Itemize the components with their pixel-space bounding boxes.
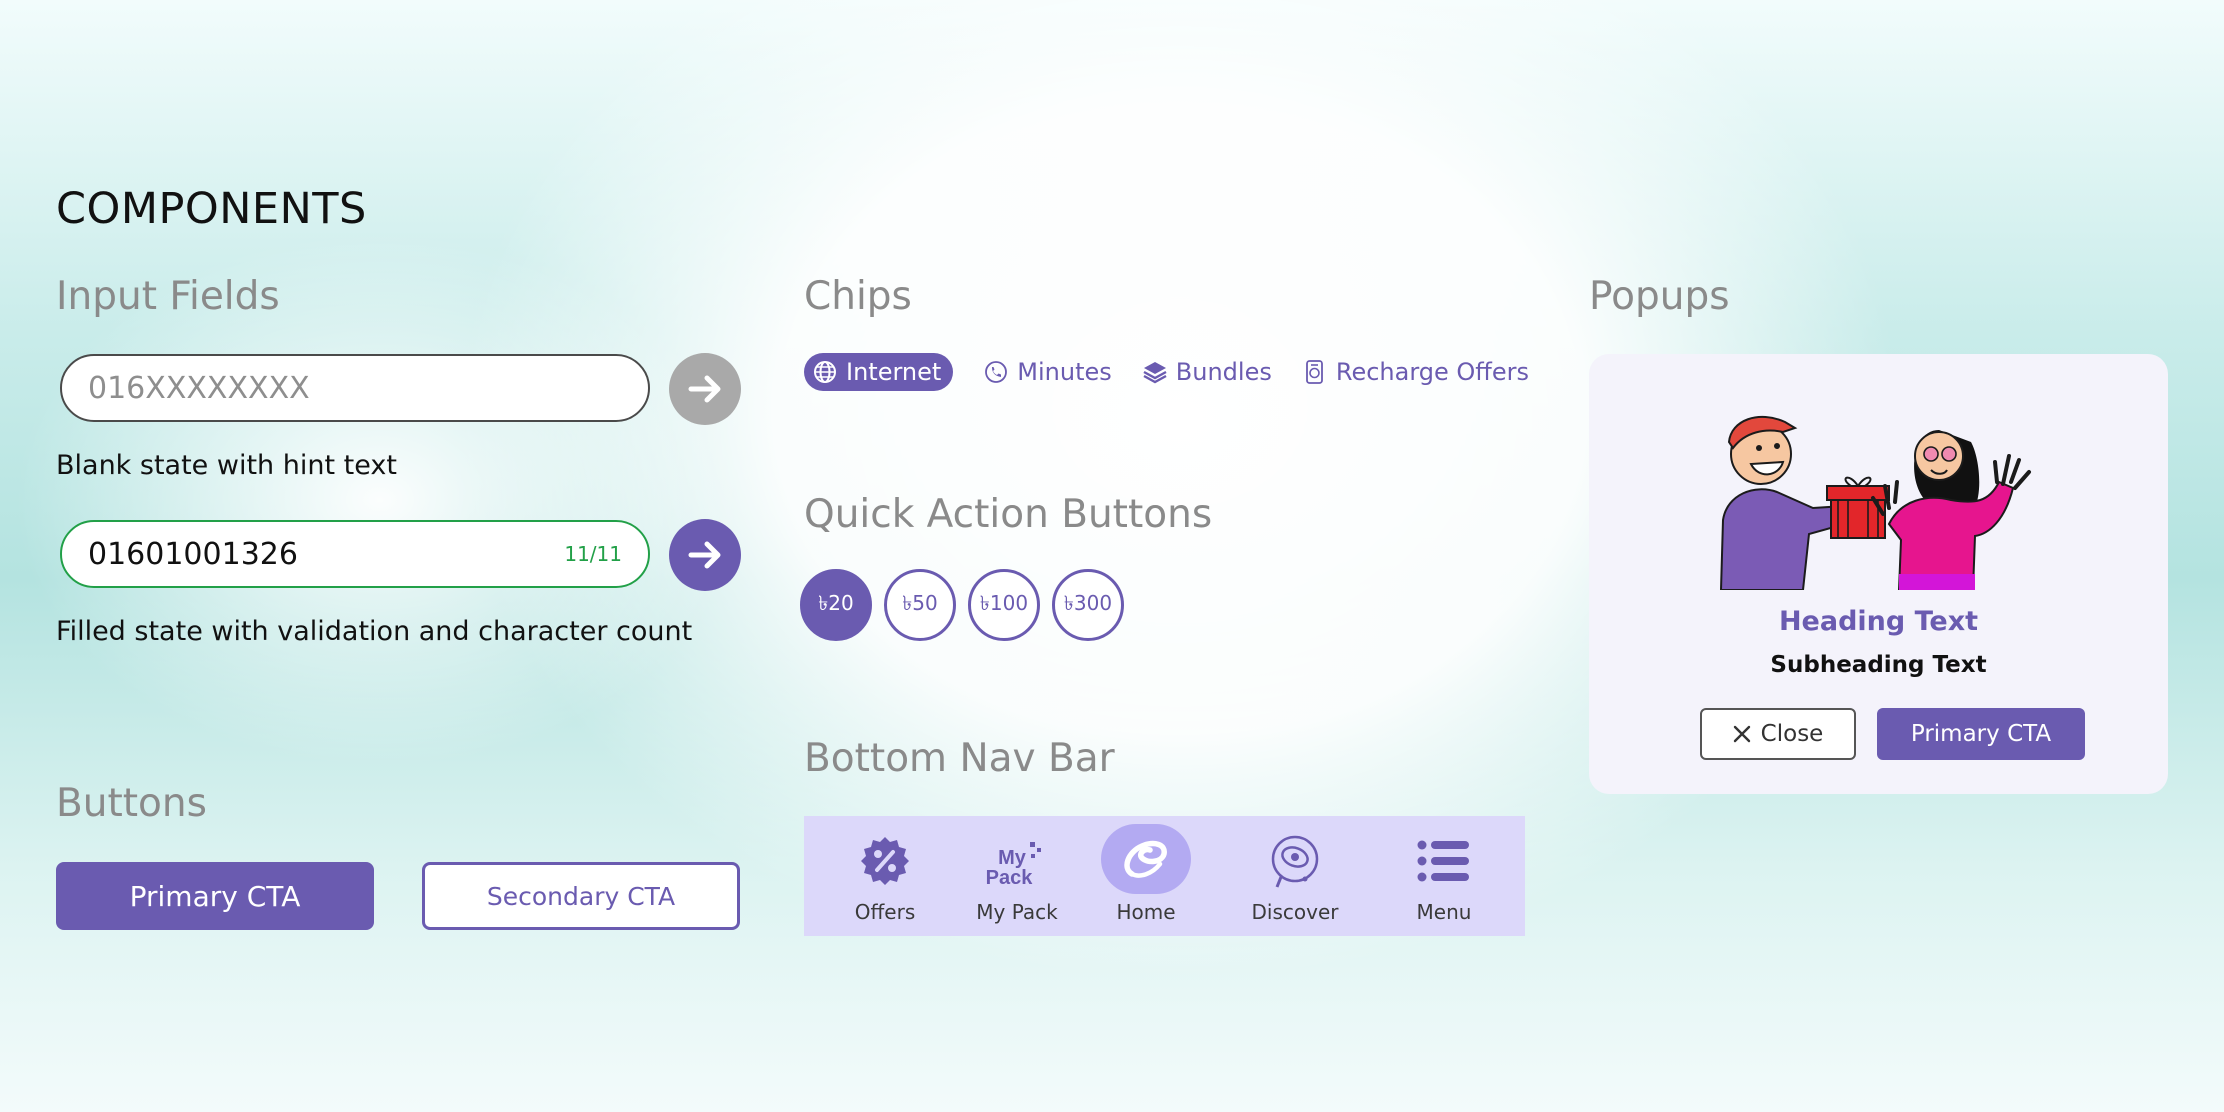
phone-input-blank[interactable]: 016XXXXXXXX bbox=[60, 354, 650, 422]
nav-item-menu[interactable]: Menu bbox=[1384, 816, 1504, 936]
phone-input-filled[interactable]: 01601001326 11/11 bbox=[60, 520, 650, 588]
bottom-nav-title: Bottom Nav Bar bbox=[804, 736, 1115, 781]
filled-state-caption: Filled state with validation and charact… bbox=[56, 616, 693, 647]
quick-action-50[interactable]: ৳50 bbox=[884, 569, 956, 641]
close-icon bbox=[1733, 725, 1750, 743]
discover-orbit-icon bbox=[1271, 835, 1319, 888]
character-counter: 11/11 bbox=[564, 542, 622, 566]
quick-actions-title: Quick Action Buttons bbox=[804, 492, 1213, 537]
nav-icon-wrap bbox=[1252, 830, 1338, 892]
popup-card: Heading Text Subheading Text Close Prima… bbox=[1589, 354, 2168, 794]
globe-icon bbox=[814, 361, 836, 383]
quick-action-100[interactable]: ৳100 bbox=[968, 569, 1040, 641]
nav-item-offers[interactable]: Offers bbox=[825, 816, 945, 936]
chip-group: Internet Minutes Bundles Recharge Offers bbox=[804, 353, 1529, 391]
popup-close-label: Close bbox=[1760, 721, 1824, 747]
menu-list-icon bbox=[1417, 840, 1469, 882]
nav-label: My Pack bbox=[976, 900, 1058, 924]
phone-input-value: 01601001326 bbox=[88, 536, 298, 572]
popup-subheading: Subheading Text bbox=[1770, 652, 1987, 678]
chip-minutes[interactable]: Minutes bbox=[983, 353, 1112, 391]
quick-action-300[interactable]: ৳300 bbox=[1052, 569, 1124, 641]
popup-close-button[interactable]: Close bbox=[1700, 708, 1856, 760]
nav-label: Menu bbox=[1416, 900, 1472, 924]
chip-recharge-offers[interactable]: Recharge Offers bbox=[1302, 353, 1529, 391]
phone-icon bbox=[985, 361, 1008, 383]
popup-heading: Heading Text bbox=[1778, 606, 1979, 637]
my-pack-icon: My Pack bbox=[986, 842, 1041, 888]
nav-item-home[interactable]: Home bbox=[1086, 816, 1206, 936]
nav-item-discover[interactable]: Discover bbox=[1235, 816, 1355, 936]
chip-label: Bundles bbox=[1175, 358, 1272, 386]
quick-action-20[interactable]: ৳20 bbox=[800, 569, 872, 641]
buttons-title: Buttons bbox=[56, 781, 207, 826]
nav-icon-wrap bbox=[1401, 830, 1487, 892]
airtel-logo-icon bbox=[1124, 840, 1167, 878]
chip-label: Internet bbox=[846, 358, 942, 386]
nav-label: Home bbox=[1116, 900, 1176, 924]
nav-icon-wrap bbox=[1101, 824, 1191, 894]
page-title: COMPONENTS bbox=[56, 184, 367, 234]
arrow-right-icon bbox=[688, 541, 721, 569]
secondary-cta-button[interactable]: Secondary CTA bbox=[422, 862, 740, 930]
nav-label: Discover bbox=[1251, 900, 1339, 924]
chips-title: Chips bbox=[804, 274, 912, 319]
submit-button-disabled[interactable] bbox=[669, 353, 741, 425]
svg-text:Pack: Pack bbox=[986, 867, 1034, 888]
gift-exchange-illustration bbox=[1719, 415, 2031, 590]
chip-internet[interactable]: Internet bbox=[804, 353, 954, 391]
arrow-right-icon bbox=[688, 375, 721, 403]
chip-label: Minutes bbox=[1017, 358, 1112, 386]
blank-state-caption: Blank state with hint text bbox=[56, 450, 397, 481]
popup-primary-cta-button[interactable]: Primary CTA bbox=[1877, 708, 2085, 760]
chip-bundles[interactable]: Bundles bbox=[1142, 353, 1272, 391]
offers-badge-icon bbox=[861, 837, 909, 885]
recharge-icon bbox=[1305, 360, 1323, 384]
chip-label: Recharge Offers bbox=[1335, 358, 1529, 386]
bottom-nav-bar: Offers My Pack My Pack Home Discover Men… bbox=[804, 816, 1525, 936]
popups-title: Popups bbox=[1589, 274, 1730, 319]
nav-label: Offers bbox=[854, 900, 916, 924]
primary-cta-button[interactable]: Primary CTA bbox=[56, 862, 374, 930]
svg-text:My: My bbox=[998, 847, 1027, 869]
layers-icon bbox=[1143, 362, 1167, 384]
nav-icon-wrap bbox=[842, 830, 928, 892]
input-fields-title: Input Fields bbox=[56, 274, 280, 319]
nav-item-my-pack[interactable]: My Pack My Pack bbox=[957, 816, 1077, 936]
nav-icon-wrap: My Pack bbox=[974, 830, 1060, 892]
phone-input-placeholder: 016XXXXXXXX bbox=[88, 370, 310, 406]
submit-button[interactable] bbox=[669, 519, 741, 591]
